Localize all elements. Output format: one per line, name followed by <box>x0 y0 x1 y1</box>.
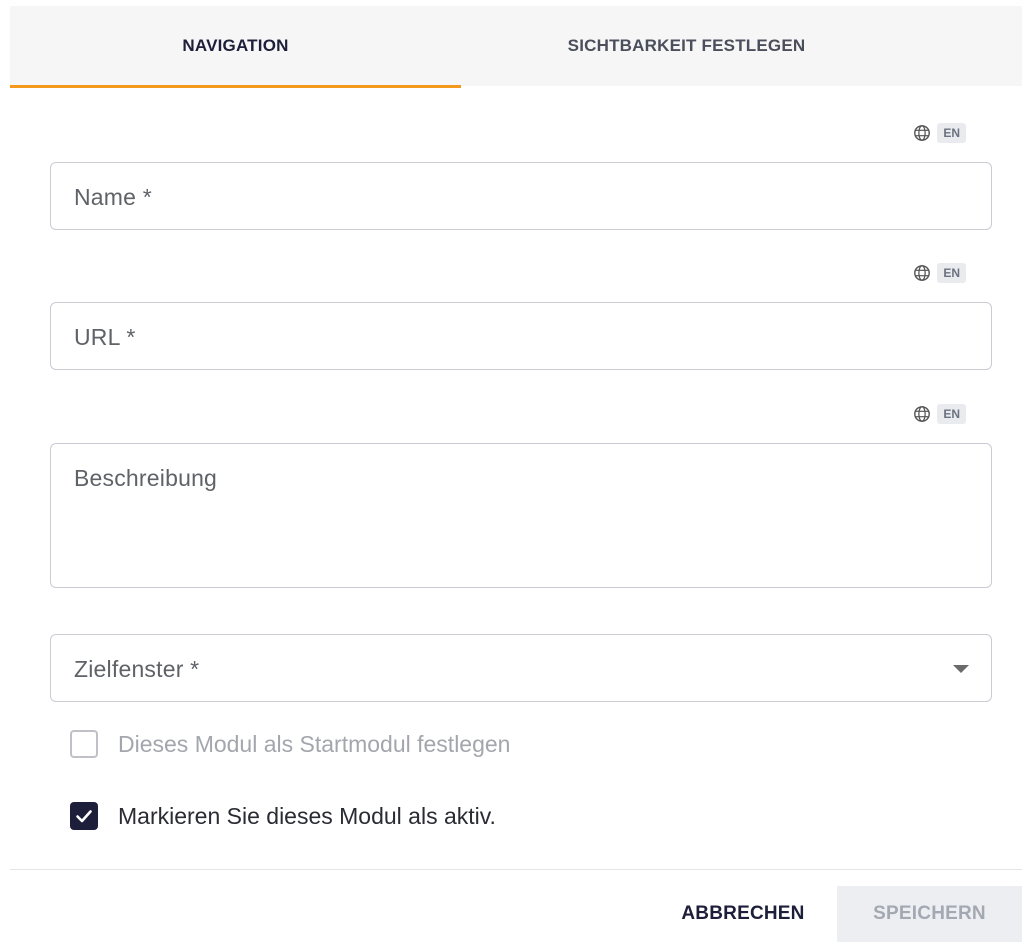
language-toggle-description[interactable]: EN <box>913 404 966 424</box>
cancel-button[interactable]: ABBRECHEN <box>658 886 828 942</box>
footer-divider <box>10 869 1022 870</box>
url-field[interactable]: URL * <box>50 302 992 370</box>
tab-bar: NAVIGATION SICHTBARKEIT FESTLEGEN <box>10 6 1022 88</box>
save-button[interactable]: SPEICHERN <box>837 886 1022 942</box>
active-label: Markieren Sie dieses Modul als aktiv. <box>118 802 496 829</box>
active-checkbox[interactable] <box>70 802 98 830</box>
check-icon <box>76 810 92 823</box>
language-toggle-name[interactable]: EN <box>913 123 966 143</box>
language-badge: EN <box>937 123 966 143</box>
target-window-select[interactable]: Zielfenster * <box>50 634 992 702</box>
tab-navigation[interactable]: NAVIGATION <box>10 6 461 88</box>
name-placeholder: Name * <box>74 184 152 210</box>
language-badge: EN <box>937 263 966 283</box>
globe-icon <box>914 406 931 422</box>
globe-icon <box>914 125 931 141</box>
start-module-checkbox-row[interactable]: Dieses Modul als Startmodul festlegen <box>70 730 510 758</box>
start-module-label: Dieses Modul als Startmodul festlegen <box>118 730 511 757</box>
globe-icon <box>914 265 931 281</box>
description-placeholder: Beschreibung <box>74 465 218 491</box>
description-field[interactable]: Beschreibung <box>50 443 992 588</box>
language-badge: EN <box>937 404 966 424</box>
language-toggle-url[interactable]: EN <box>913 263 966 283</box>
start-module-checkbox[interactable] <box>70 730 98 758</box>
target-window-placeholder: Zielfenster * <box>74 656 200 682</box>
chevron-down-icon[interactable] <box>953 665 969 673</box>
active-checkbox-row[interactable]: Markieren Sie dieses Modul als aktiv. <box>70 802 496 830</box>
url-placeholder: URL * <box>74 324 136 350</box>
tab-visibility[interactable]: SICHTBARKEIT FESTLEGEN <box>461 6 912 86</box>
name-field[interactable]: Name * <box>50 162 992 230</box>
